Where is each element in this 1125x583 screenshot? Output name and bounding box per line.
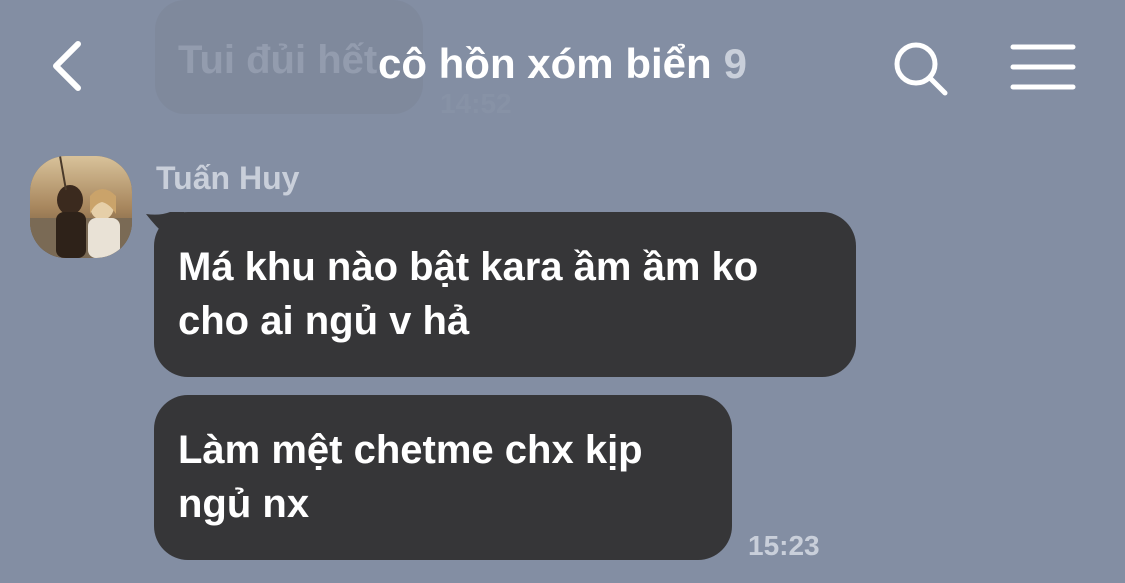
chat-title-area[interactable]: cô hồn xóm biển 9 <box>0 40 1125 88</box>
message-bubble[interactable]: Má khu nào bật kara ầm ầm ko cho ai ngủ … <box>154 212 856 377</box>
message-bubble[interactable]: Làm mệt chetme chx kịp ngủ nx <box>154 395 732 560</box>
avatar-photo <box>30 156 132 258</box>
hamburger-menu-icon <box>1010 44 1076 90</box>
message-text: Má khu nào bật kara ầm ầm ko cho ai ngủ … <box>178 245 759 343</box>
search-button[interactable] <box>888 36 952 100</box>
chat-title: cô hồn xóm biển <box>377 40 712 87</box>
message-text: Làm mệt chetme chx kịp ngủ nx <box>178 428 643 526</box>
menu-button[interactable] <box>1008 40 1078 94</box>
member-count: 9 <box>723 40 748 87</box>
message-timestamp: 15:23 <box>748 530 820 561</box>
search-icon <box>894 42 948 96</box>
sender-avatar[interactable] <box>30 156 132 258</box>
chat-screen: Tui đủi hết 14:52 cô hồn xóm biển 9 Tuấn… <box>0 0 1125 583</box>
sender-name: Tuấn Huy <box>156 160 300 196</box>
chat-header: cô hồn xóm biển 9 <box>0 0 1125 135</box>
